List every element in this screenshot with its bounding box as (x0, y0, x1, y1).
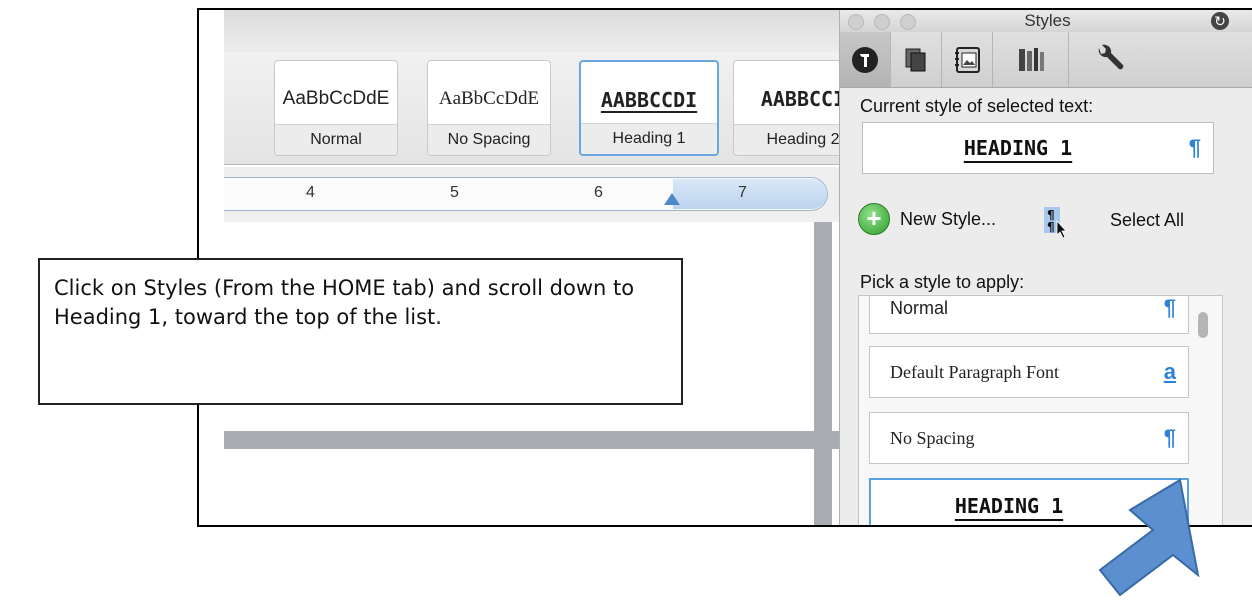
tile-label: Heading 1 (581, 123, 717, 154)
current-style-label: Current style of selected text: (860, 96, 1094, 116)
wrench-icon (1098, 44, 1124, 69)
list-item-default-paragraph-font[interactable]: Default Paragraph Font a (869, 346, 1189, 398)
new-style-button[interactable]: + New Style... (858, 200, 996, 238)
svg-text:¶: ¶ (1047, 220, 1055, 234)
select-all-label[interactable]: Select All (1110, 210, 1184, 231)
window-close-button[interactable] (848, 14, 864, 30)
styles-palette: Styles ↻ Current style of selected text:… (839, 10, 1252, 525)
window-zoom-button[interactable] (900, 14, 916, 30)
ruler-number: 4 (306, 184, 315, 201)
style-gallery: AaBbCcDdE Normal AaBbCcDdE No Spacing AA… (224, 52, 873, 165)
paragraph-icon: ¶ (1163, 295, 1176, 320)
ruler-number: 5 (450, 184, 459, 201)
ruler-number: 6 (594, 184, 603, 201)
paragraph-icon: ¶ (1163, 425, 1176, 450)
list-item-label: Default Paragraph Font (890, 361, 1059, 382)
scrollbar-thumb[interactable] (1198, 312, 1208, 338)
styles-icon (852, 46, 878, 73)
tile-label: Normal (275, 124, 397, 155)
reference-tab-button[interactable] (993, 32, 1069, 87)
indent-marker[interactable] (664, 193, 680, 205)
gallery-tile-heading-1[interactable]: AABBCCDI Heading 1 (579, 60, 719, 156)
list-item-no-spacing[interactable]: No Spacing ¶ (869, 412, 1189, 464)
character-style-icon: a (1163, 359, 1176, 384)
list-item-normal[interactable]: Normal ¶ (869, 295, 1189, 334)
instruction-callout: Click on Styles (From the HOME tab) and … (38, 258, 683, 405)
ruler-area: 4 5 6 7 (224, 167, 864, 222)
current-style-box: HEADING 1 ¶ (862, 122, 1214, 174)
current-style-value: HEADING 1 (963, 136, 1073, 160)
tools-tab-button[interactable] (1069, 32, 1149, 87)
styles-tab-button[interactable] (840, 32, 891, 87)
plus-icon: + (858, 203, 890, 235)
tile-sample: AaBbCcDdE (282, 88, 390, 109)
new-style-label: New Style... (900, 208, 997, 229)
horizontal-ruler[interactable]: 4 5 6 7 (224, 177, 828, 211)
reference-tools-icon (1018, 47, 1044, 71)
palette-title: Styles (1024, 11, 1071, 30)
list-item-label: No Spacing (890, 427, 975, 448)
media-tab-button[interactable] (942, 32, 993, 87)
page-gap-horizontal (224, 431, 844, 449)
ribbon-header (224, 10, 864, 53)
ruler-number: 7 (738, 184, 747, 201)
tile-sample: AaBbCcDdE (438, 88, 540, 109)
pick-style-label: Pick a style to apply: (860, 272, 1025, 292)
scrapbook-tab-button[interactable] (891, 32, 942, 87)
palette-toolbar (840, 32, 1252, 88)
palette-titlebar: Styles ↻ (840, 10, 1252, 32)
paragraph-icon: ¶ (1188, 135, 1201, 160)
copy-icon (905, 48, 926, 71)
palette-collapse-icon[interactable]: ↻ (1211, 12, 1229, 30)
page-gap-vertical (814, 222, 832, 525)
gallery-tile-normal[interactable]: AaBbCcDdE Normal (274, 60, 398, 156)
pointer-arrow-icon (1098, 478, 1200, 597)
ruler-selection (673, 179, 827, 209)
gallery-tile-no-spacing[interactable]: AaBbCcDdE No Spacing (427, 60, 551, 156)
tile-label: No Spacing (428, 124, 550, 155)
list-item-label: Normal (890, 297, 949, 318)
media-browser-icon (955, 46, 980, 73)
window-minimize-button[interactable] (874, 14, 890, 30)
tile-sample: AABBCCDI (600, 88, 698, 112)
select-all-icon[interactable]: ¶ ¶ (1040, 205, 1074, 239)
